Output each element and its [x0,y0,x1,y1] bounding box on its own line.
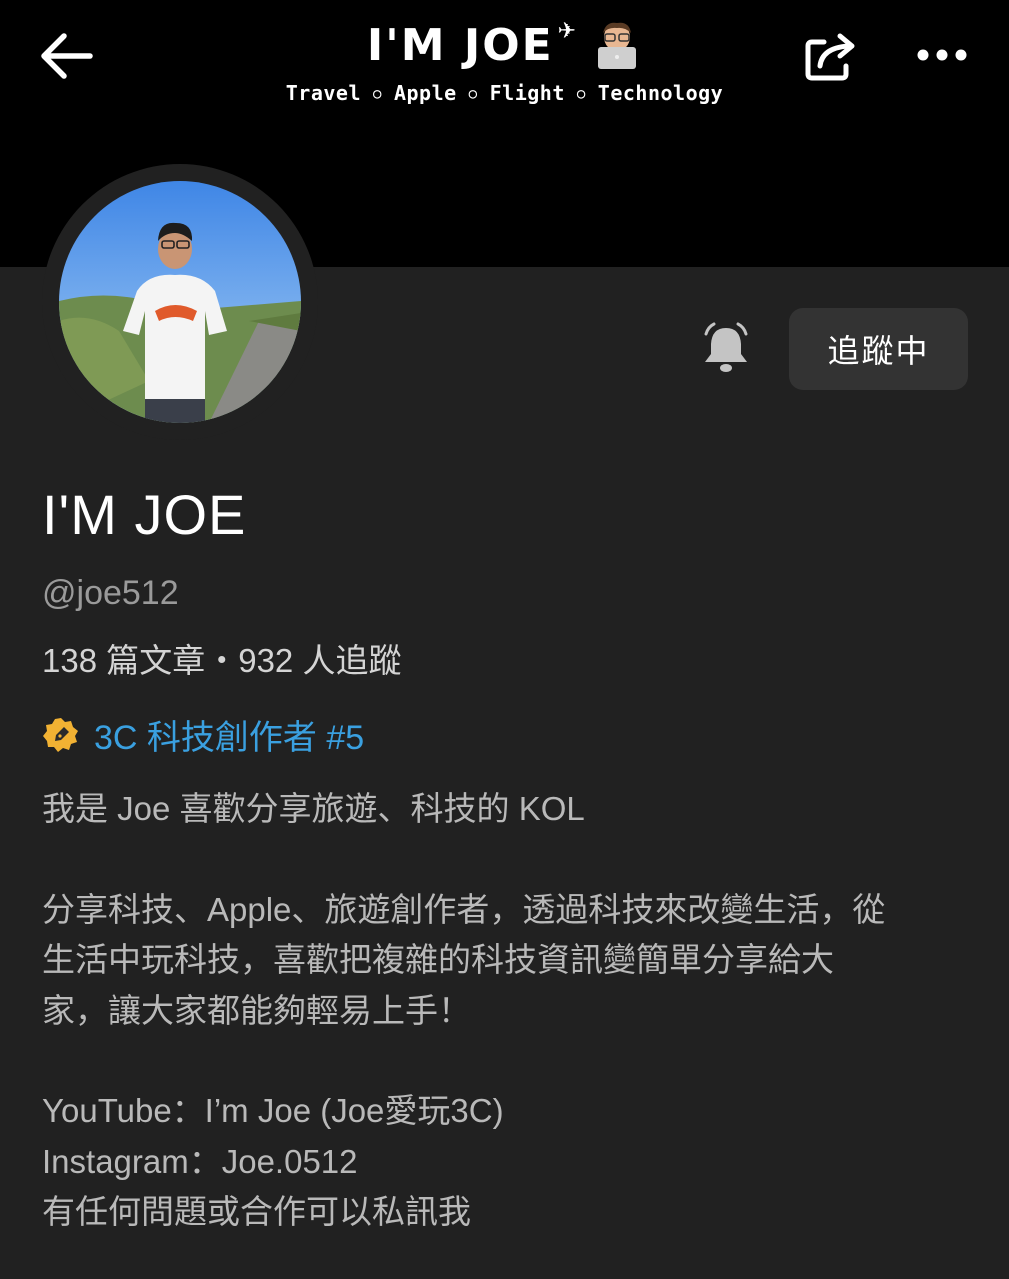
creator-badge-label: 3C 科技創作者 #5 [94,719,365,757]
separator-icon: ○ [468,86,478,102]
separator-icon: ○ [576,86,586,102]
tag-travel: Travel [285,81,362,105]
profile-display-name: I'M JOE [42,483,247,546]
bio-intro: 我是 Joe 喜歡分享旅遊、科技的 KOL [42,790,585,827]
bio-youtube: YouTube：I’m Joe (Joe愛玩3C) [42,1092,504,1129]
memoji-laptop-icon [592,21,642,71]
tag-flight: Flight [489,81,565,105]
airplane-icon: ✈ [557,19,579,44]
pen-badge-icon [43,717,78,752]
profile-bio: 我是 Joe 喜歡分享旅遊、科技的 KOL 分享科技、Apple、旅遊創作者，透… [42,784,977,1238]
following-button[interactable]: 追蹤中 [789,308,968,390]
creator-badge[interactable]: 3C 科技創作者 #5 [42,710,364,759]
share-button[interactable] [802,28,860,84]
tag-technology: Technology [597,81,724,105]
profile-stats: 138 篇文章・932 人追蹤 [42,642,402,679]
brand-tags: Travel ○ Apple ○ Flight ○ Technology [0,81,1009,105]
brand-logo: I'M JOE ✈ [366,19,642,71]
avatar[interactable] [59,181,301,423]
bio-contact: 有任何問題或合作可以私訊我 [42,1193,471,1230]
more-horizontal-icon [917,49,967,61]
share-icon [805,33,855,81]
bio-line: 家，讓大家都能夠輕易上手！ [42,991,471,1029]
bell-icon [704,322,748,372]
bio-line: 生活中玩科技，喜歡把複雜的科技資訊變簡單分享給大 [42,941,834,978]
profile-handle: @joe512 [42,574,179,612]
more-options-button[interactable] [914,40,970,70]
bio-line: 分享科技、Apple、旅遊創作者，透過科技來改變生活，從 [42,890,886,928]
separator-icon: ○ [373,86,382,102]
notification-bell-button[interactable] [700,322,752,376]
bio-instagram: Instagram：Joe.0512 [42,1142,358,1180]
tag-apple: Apple [393,81,457,105]
brand-title: I'M JOE [366,20,554,71]
